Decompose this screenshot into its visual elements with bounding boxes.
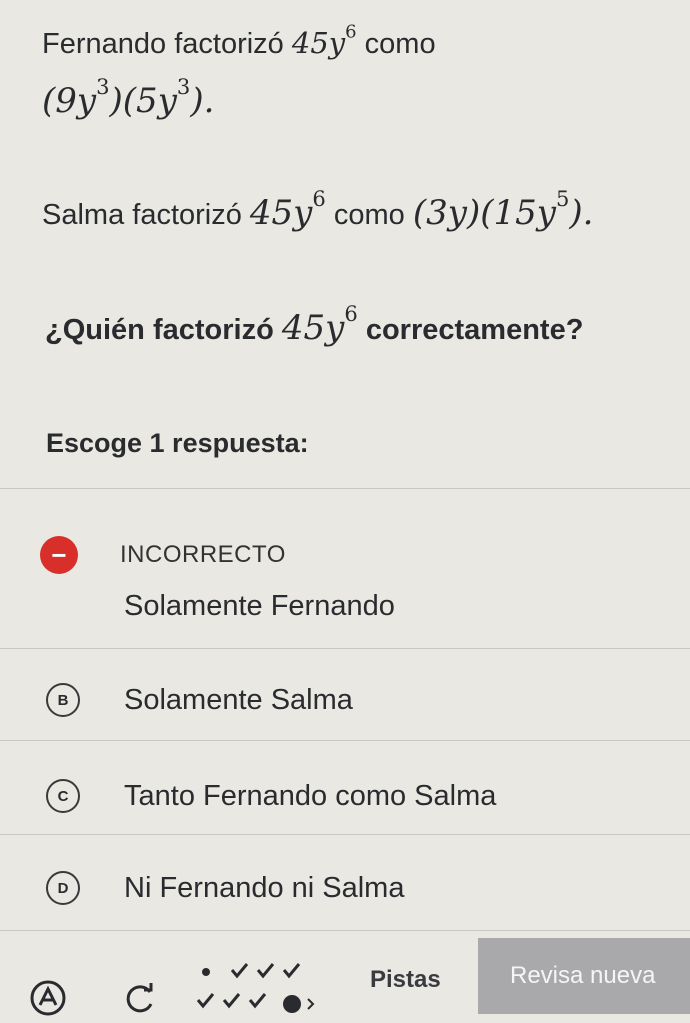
option-label: Tanto Fernando como Salma (124, 779, 497, 812)
math-expression: 45y6 (291, 21, 357, 60)
progress-dots-icon (196, 963, 315, 1013)
math-expression: (9y3)(5y3). (42, 74, 215, 121)
question-text: ¿Quién factorizó 45y6 correctamente? (45, 301, 584, 348)
statement-salma: Salma factorizó 45y6 como (3y)(15y5). (42, 186, 594, 236)
option-letter-c: C (46, 779, 80, 813)
divider (0, 930, 690, 931)
feedback-label: INCORRECTO (120, 541, 286, 568)
option-letter-b: B (46, 683, 80, 717)
feedback-incorrect: − INCORRECTO (40, 536, 286, 574)
hints-button[interactable]: Pistas (362, 962, 449, 998)
math-expression: (3y)(15y5). (412, 186, 594, 233)
option-label: Ni Fernando ni Salma (124, 871, 405, 904)
math-expression: 45y6 (281, 301, 358, 348)
answer-prompt: Escoge 1 respuesta: (46, 428, 309, 458)
divider (0, 834, 690, 835)
option-c[interactable]: C Tanto Fernando como Salma (30, 768, 680, 824)
divider (0, 740, 690, 741)
option-a[interactable]: Solamente Fernando (30, 578, 680, 634)
minus-icon: − (40, 536, 78, 574)
check-again-button[interactable]: Revisa nueva (478, 938, 690, 1014)
math-expression: 45y6 (249, 186, 326, 233)
option-label: Solamente Salma (124, 683, 353, 716)
divider (0, 488, 690, 489)
statement-text: Salma factorizó (42, 199, 242, 231)
statement-text: como (364, 28, 436, 60)
redo-icon[interactable] (120, 978, 160, 1018)
option-d[interactable]: D Ni Fernando ni Salma (30, 860, 680, 916)
divider (0, 648, 690, 649)
statement-fernando-factors: (9y3)(5y3). (42, 74, 215, 122)
statement-text: como (333, 199, 405, 231)
option-label: Solamente Fernando (124, 589, 395, 622)
option-b[interactable]: B Solamente Salma (30, 672, 680, 728)
option-letter-d: D (46, 871, 80, 905)
statement-text: Fernando factorizó (42, 28, 284, 60)
user-avatar-icon[interactable] (28, 978, 68, 1018)
statement-fernando: Fernando factorizó 45y6 como (42, 22, 436, 65)
